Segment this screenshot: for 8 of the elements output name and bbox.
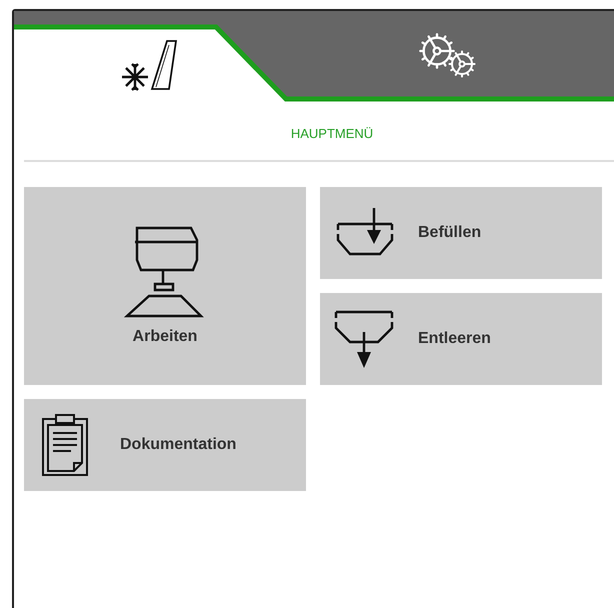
menu-tile[interactable]: Entleeren bbox=[320, 293, 602, 385]
clipboard-icon bbox=[40, 413, 90, 477]
hopper-fill-icon bbox=[334, 208, 394, 258]
menu-tile[interactable]: Befüllen bbox=[320, 187, 602, 279]
hopper-empty-icon bbox=[334, 308, 394, 370]
page-title: HAUPTMENÜ bbox=[290, 126, 374, 141]
menu-tile[interactable]: Arbeiten bbox=[24, 187, 306, 385]
menu-tile[interactable]: Dokumentation bbox=[24, 399, 306, 491]
